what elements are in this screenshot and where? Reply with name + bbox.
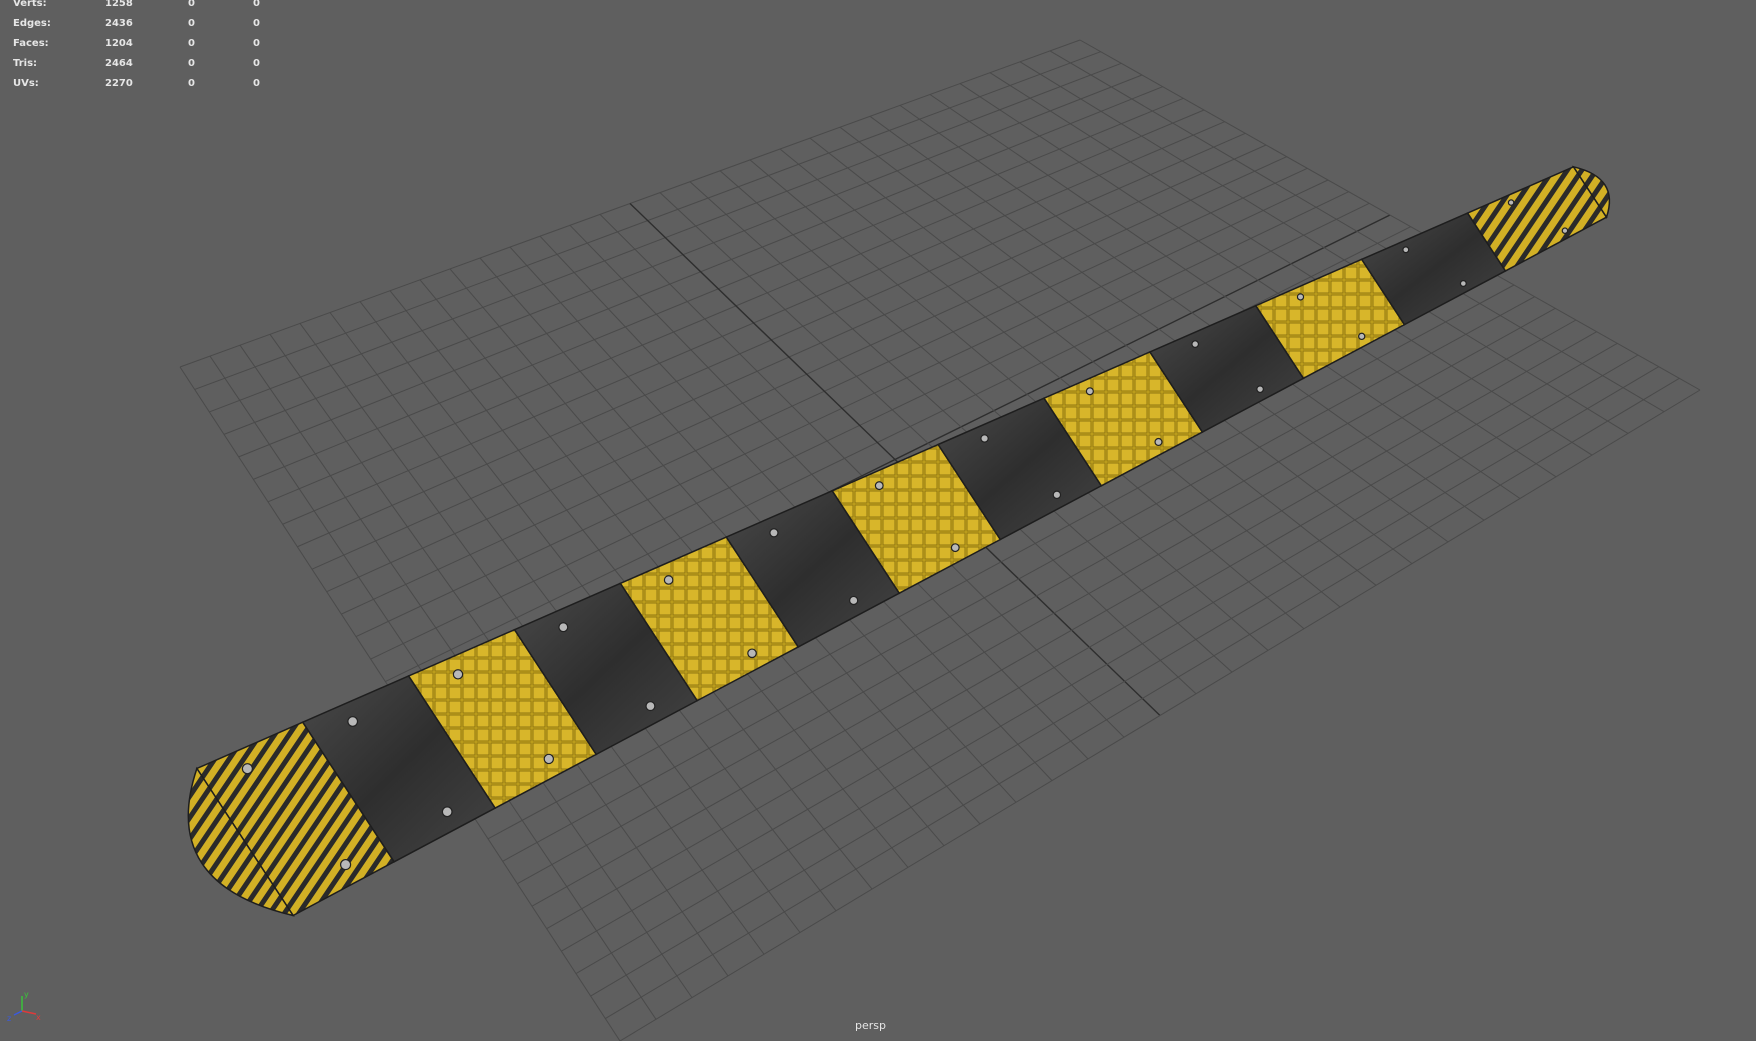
bump-bolt xyxy=(1085,387,1094,396)
hud-row: Edges: 2436 0 0 xyxy=(13,14,273,34)
hud-value: 0 xyxy=(188,18,195,29)
hud-value: 0 xyxy=(188,78,195,89)
poly-count-hud: Verts: 1258 0 0 Edges: 2436 0 0 Faces: 1204 0 0 Tris… xyxy=(13,0,273,94)
hud-value: 2270 xyxy=(105,78,133,89)
hud-value: 2436 xyxy=(105,18,133,29)
bump-bolt xyxy=(241,763,253,775)
bump-bolt xyxy=(1191,340,1200,348)
bump-bolt xyxy=(1561,227,1569,234)
bump-bolt xyxy=(1358,332,1366,341)
hud-row: Tris: 2464 0 0 xyxy=(13,54,273,74)
hud-label: UVs: xyxy=(13,78,39,89)
bump-bolt xyxy=(769,528,779,538)
hud-label: Verts: xyxy=(13,0,47,9)
bump-bolt xyxy=(1402,246,1410,254)
bump-bolt xyxy=(645,701,656,712)
speed-bump-mesh[interactable] xyxy=(187,165,1611,917)
bump-bolt xyxy=(558,622,569,633)
hud-row: Faces: 1204 0 0 xyxy=(13,34,273,54)
hud-value: 0 xyxy=(253,38,260,49)
axis-z-label: z xyxy=(7,1014,11,1023)
hud-label: Edges: xyxy=(13,18,51,29)
axis-y-label: y xyxy=(24,990,29,999)
hud-row: UVs: 2270 0 0 xyxy=(13,74,273,94)
bump-bolt xyxy=(339,858,352,871)
axis-gizmo-icon: y x z xyxy=(7,990,41,1023)
bump-bolt xyxy=(1154,437,1163,447)
bump-bolt xyxy=(1296,293,1305,301)
bump-bolt xyxy=(543,753,555,765)
hud-value: 0 xyxy=(253,78,260,89)
bump-bolt xyxy=(1052,490,1062,500)
axis-x-label: x xyxy=(36,1013,41,1022)
hud-value: 2464 xyxy=(105,58,133,69)
bump-bolt xyxy=(849,595,859,606)
hud-value: 0 xyxy=(253,0,260,9)
bump-bolt xyxy=(441,806,453,818)
bump-bolt xyxy=(980,434,989,443)
hud-label: Tris: xyxy=(13,58,38,69)
hud-value: 1258 xyxy=(105,0,133,9)
bump-bolt xyxy=(663,575,674,585)
bump-bolt xyxy=(347,716,359,727)
hud-value: 0 xyxy=(188,38,195,49)
bump-bolt xyxy=(874,481,884,491)
hud-value: 0 xyxy=(188,58,195,69)
bump-bolt xyxy=(950,543,960,553)
bump-bolt xyxy=(1256,385,1264,394)
hud-value: 1204 xyxy=(105,38,133,49)
viewport-3d[interactable]: Verts: 1258 0 0 Edges: 2436 0 0 Faces: 1204 0 0 Tris… xyxy=(0,0,1756,1041)
bump-bolt xyxy=(452,669,464,680)
camera-name-label: persp xyxy=(855,1019,886,1032)
hud-value: 0 xyxy=(253,18,260,29)
bump-bolt xyxy=(1507,199,1515,206)
scene-canvas[interactable] xyxy=(0,0,1756,1041)
bump-bolt xyxy=(1459,280,1467,288)
hud-value: 0 xyxy=(188,0,195,9)
bump-bolt xyxy=(747,648,757,659)
hud-row: Verts: 1258 0 0 xyxy=(13,0,273,14)
hud-value: 0 xyxy=(253,58,260,69)
hud-label: Faces: xyxy=(13,38,49,49)
